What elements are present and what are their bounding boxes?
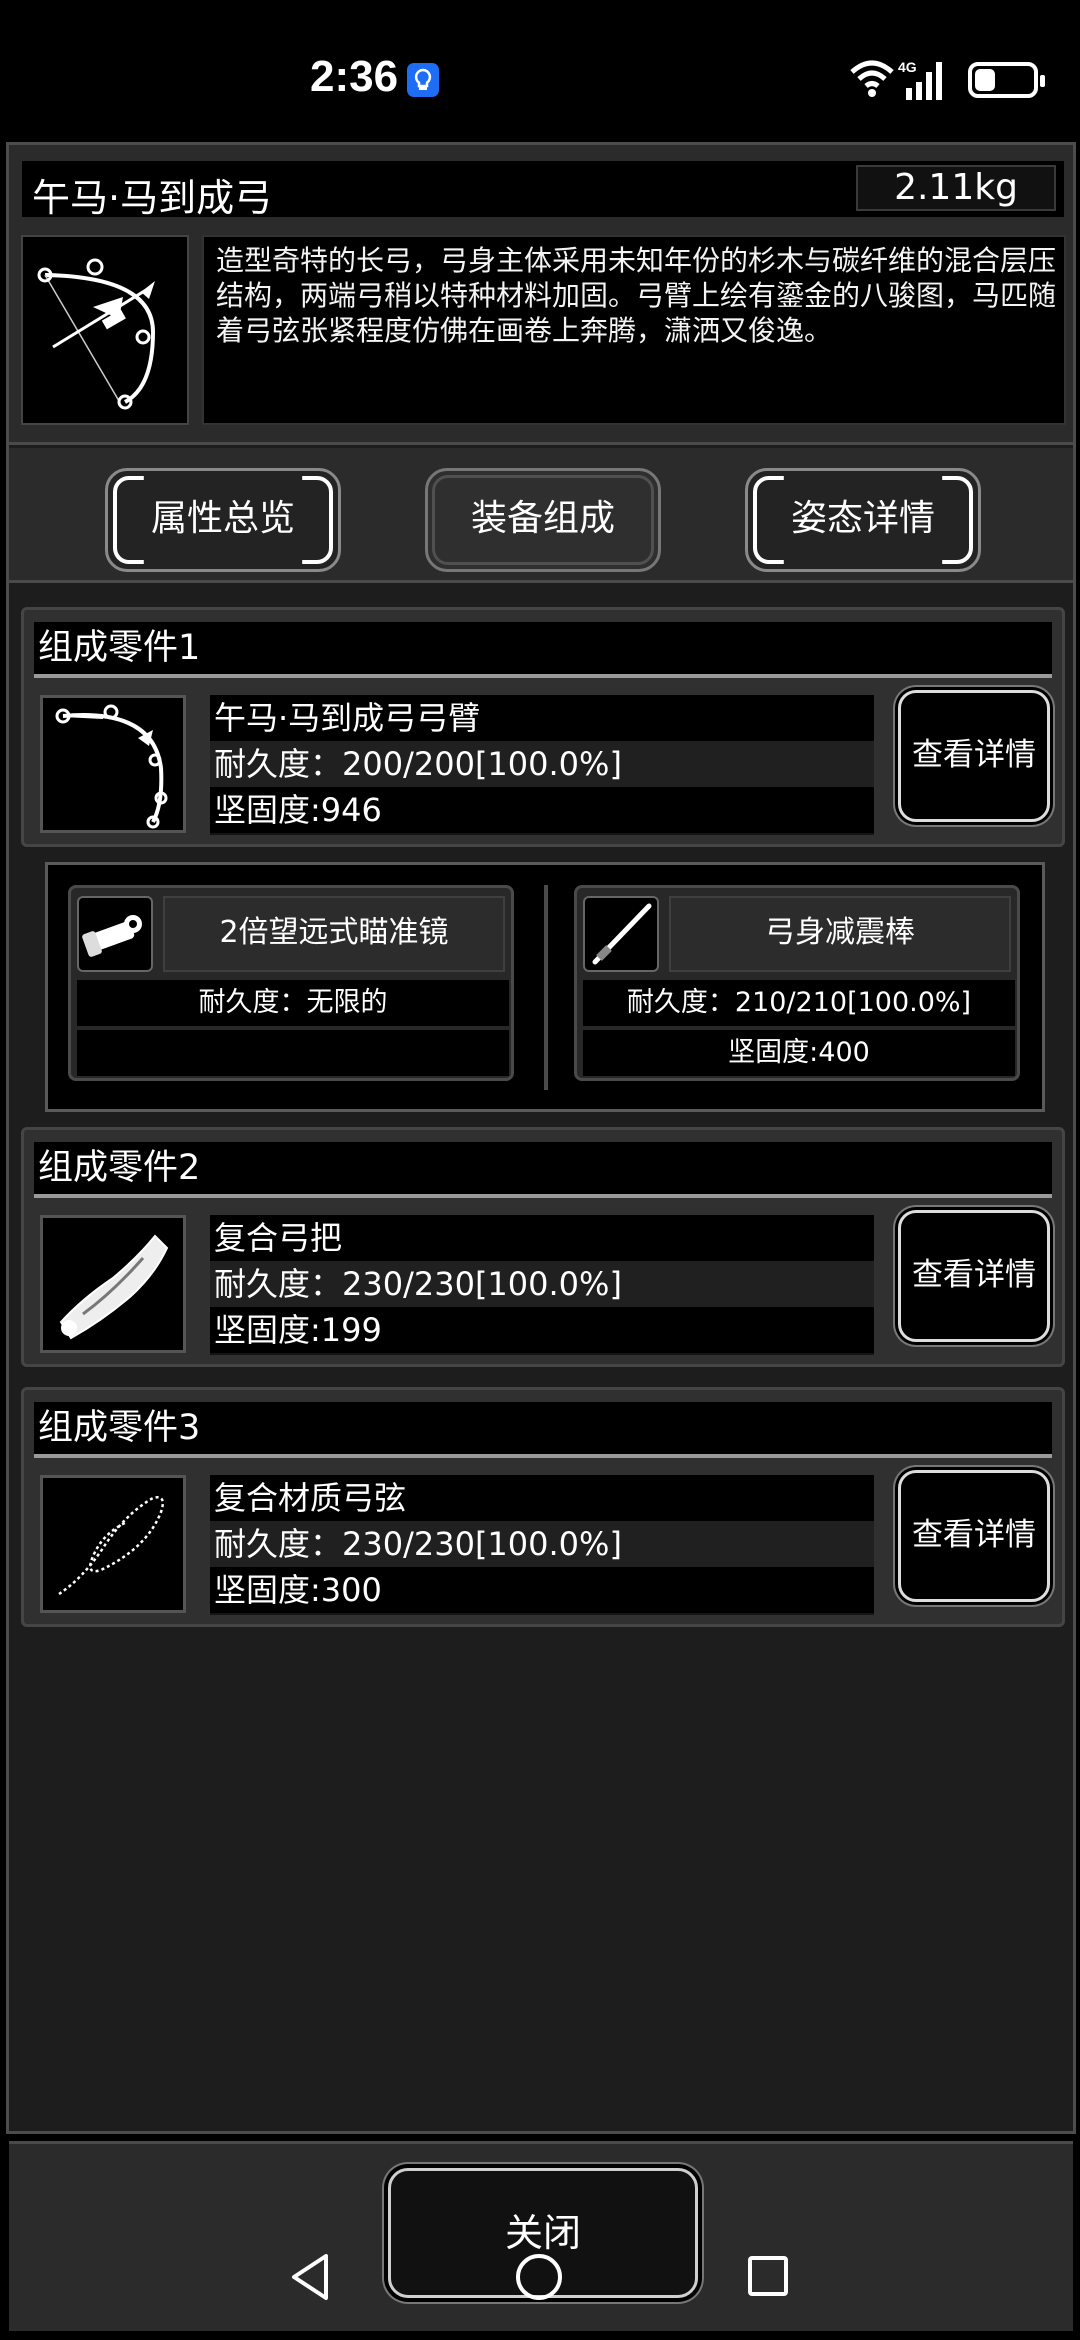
- recent-apps-icon[interactable]: [748, 2256, 788, 2296]
- part-title: 组成零件2: [34, 1142, 1052, 1198]
- item-name: 午马·马到成弓: [32, 176, 273, 220]
- item-name-bar: 午马·马到成弓 2.11kg: [22, 161, 1064, 220]
- back-icon[interactable]: [288, 2252, 332, 2302]
- bow-limb-icon: [40, 695, 186, 833]
- accessory-slots: 2倍望远式瞄准镜 耐久度：无限的 弓身减震棒 耐久度：210/210[100.0…: [45, 862, 1045, 1112]
- status-bar: 2:36 4G: [0, 0, 1080, 140]
- accessory-divider: [544, 885, 548, 1090]
- part-durability: 耐久度：230/230[100.0%]: [210, 1521, 874, 1567]
- part-hardness: 坚固度:300: [210, 1567, 874, 1613]
- lightbulb-icon: [407, 63, 439, 97]
- accessory-card-1[interactable]: 2倍望远式瞄准镜 耐久度：无限的: [68, 885, 514, 1081]
- tab-equipment-composition[interactable]: 装备组成: [425, 468, 661, 572]
- part-info: 午马·马到成弓弓臂 耐久度：200/200[100.0%] 坚固度:946: [210, 695, 874, 835]
- part-hardness: 坚固度:199: [210, 1307, 874, 1353]
- item-weight: 2.11kg: [856, 165, 1056, 211]
- item-description: 造型奇特的长弓，弓身主体采用未知年份的杉木与碳纤维的混合层压结构，两端弓稍以特种…: [202, 235, 1066, 425]
- view-details-button[interactable]: 查看详情: [898, 690, 1050, 822]
- bow-grip-icon: [40, 1215, 186, 1353]
- accessory-hardness: 坚固度:400: [583, 1030, 1015, 1076]
- tab-stance-details[interactable]: 姿态详情: [745, 468, 981, 572]
- part-hardness: 坚固度:946: [210, 787, 874, 833]
- accessory-card-2[interactable]: 弓身减震棒 耐久度：210/210[100.0%] 坚固度:400: [574, 885, 1020, 1081]
- part-durability: 耐久度：200/200[100.0%]: [210, 741, 874, 787]
- item-header: 午马·马到成弓 2.11kg 造型奇特的长弓，弓身主体采用未知年份的杉木与碳纤维…: [9, 145, 1073, 445]
- stabilizer-icon: [583, 896, 659, 972]
- view-details-button[interactable]: 查看详情: [898, 1210, 1050, 1342]
- bow-icon: [21, 235, 189, 425]
- status-time: 2:36: [310, 52, 399, 101]
- part-panel-2: 组成零件2 复合弓把 耐久度：230/230[100.0%] 坚固度:199 查…: [21, 1127, 1065, 1367]
- cellular-signal-icon: 4G: [898, 59, 942, 100]
- part-panel-3: 组成零件3 复合材质弓弦 耐久度：230/230[100.0%] 坚固度:300…: [21, 1387, 1065, 1627]
- home-icon[interactable]: [516, 2254, 562, 2300]
- battery-level-fill: [975, 69, 995, 91]
- battery-icon: [968, 62, 1045, 98]
- part-name: 复合弓把: [210, 1215, 874, 1261]
- part-info: 复合弓把 耐久度：230/230[100.0%] 坚固度:199: [210, 1215, 874, 1355]
- network-type-label: 4G: [898, 59, 917, 75]
- tab-row: 属性总览 装备组成 姿态详情: [9, 448, 1073, 583]
- part-title: 组成零件3: [34, 1402, 1052, 1458]
- part-name: 午马·马到成弓弓臂: [210, 695, 874, 741]
- system-nav-bar: [0, 2220, 1080, 2340]
- accessory-durability: 耐久度：210/210[100.0%]: [583, 980, 1015, 1026]
- accessory-name: 2倍望远式瞄准镜: [163, 896, 505, 972]
- accessory-durability: 耐久度：无限的: [77, 980, 509, 1026]
- part-info: 复合材质弓弦 耐久度：230/230[100.0%] 坚固度:300: [210, 1475, 874, 1615]
- part-panel-1: 组成零件1 午马·马到成弓弓臂 耐久度：200/200[100.0%] 坚固度:…: [21, 607, 1065, 847]
- scope-icon: [77, 896, 153, 972]
- part-title: 组成零件1: [34, 622, 1052, 678]
- accessory-hardness: [77, 1030, 509, 1076]
- view-details-button[interactable]: 查看详情: [898, 1470, 1050, 1602]
- equipment-window: 午马·马到成弓 2.11kg 造型奇特的长弓，弓身主体采用未知年份的杉木与碳纤维…: [6, 142, 1076, 2331]
- accessory-name: 弓身减震棒: [669, 896, 1011, 972]
- bow-string-icon: [40, 1475, 186, 1613]
- part-name: 复合材质弓弦: [210, 1475, 874, 1521]
- part-durability: 耐久度：230/230[100.0%]: [210, 1261, 874, 1307]
- wifi-icon: [850, 60, 894, 97]
- tab-attributes-overview[interactable]: 属性总览: [105, 468, 341, 572]
